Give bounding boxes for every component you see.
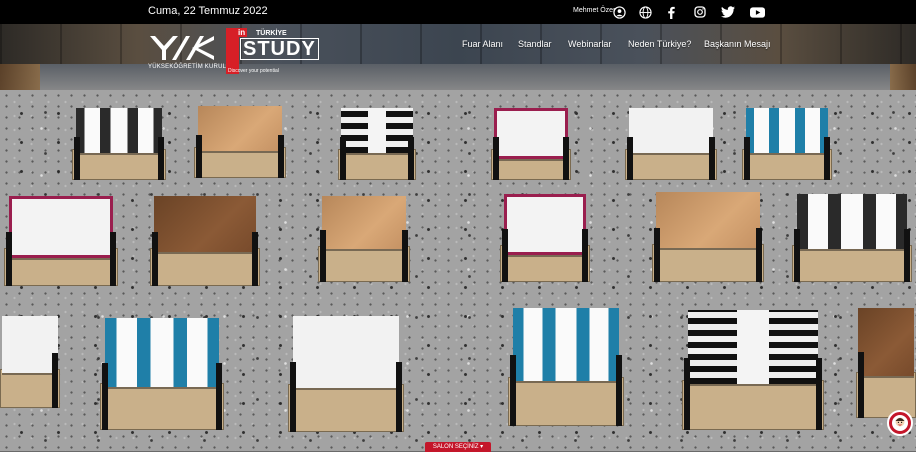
- hall-ceiling: [0, 24, 916, 64]
- nav-baskanin-mesaji[interactable]: Başkanın Mesajı: [704, 39, 771, 49]
- user-name[interactable]: Mehmet Özer: [573, 7, 615, 14]
- booth[interactable]: [100, 318, 224, 430]
- nav-standlar[interactable]: Standlar: [518, 39, 552, 49]
- booth[interactable]: [792, 194, 912, 282]
- booth[interactable]: [652, 192, 764, 282]
- booth[interactable]: [856, 308, 916, 418]
- booth[interactable]: [4, 196, 118, 286]
- nav-neden-turkiye[interactable]: Neden Türkiye?: [628, 39, 691, 49]
- youtube-icon[interactable]: [749, 4, 765, 20]
- booth[interactable]: [318, 196, 410, 282]
- booth[interactable]: [682, 310, 824, 430]
- booth[interactable]: [742, 108, 832, 180]
- booth[interactable]: [491, 108, 571, 180]
- user-icon[interactable]: [611, 4, 627, 20]
- exhibition-hall-scene[interactable]: [0, 24, 916, 451]
- facebook-icon[interactable]: [663, 4, 679, 20]
- yok-logo-mark-icon: [150, 36, 214, 60]
- current-date: Cuma, 22 Temmuz 2022: [148, 5, 268, 17]
- nav-webinarlar[interactable]: Webinarlar: [568, 39, 611, 49]
- top-bar: Cuma, 22 Temmuz 2022 Mehmet Özer: [0, 0, 916, 24]
- yok-logo[interactable]: YÜKSEKÖĞRETİM KURULU: [148, 34, 230, 76]
- caret-down-icon: ▾: [480, 444, 484, 450]
- booth[interactable]: [508, 308, 624, 426]
- booth[interactable]: [288, 316, 404, 432]
- nav-fuar-alani[interactable]: Fuar Alanı: [462, 39, 503, 49]
- booth[interactable]: [194, 106, 286, 178]
- study-logo-in: in: [236, 28, 248, 37]
- booth[interactable]: [150, 196, 260, 286]
- salon-select-label: SALON SEÇİNİZ: [432, 444, 479, 450]
- study-logo-country: TÜRKİYE: [256, 30, 287, 37]
- instagram-icon[interactable]: [692, 4, 708, 20]
- booth[interactable]: [0, 316, 60, 408]
- study-in-turkiye-logo[interactable]: in TÜRKİYE STUDY Discover your potential: [226, 28, 319, 76]
- booth[interactable]: [500, 194, 590, 282]
- yok-caption: YÜKSEKÖĞRETİM KURULU: [148, 64, 231, 70]
- globe-icon[interactable]: [637, 4, 653, 20]
- booth[interactable]: [625, 108, 717, 180]
- study-logo-tagline: Discover your potential: [228, 68, 279, 74]
- booth[interactable]: [72, 108, 166, 180]
- chat-avatar-icon[interactable]: [887, 410, 913, 436]
- study-logo-word: STUDY: [240, 38, 319, 60]
- twitter-icon[interactable]: [720, 4, 736, 20]
- booth[interactable]: [338, 108, 416, 180]
